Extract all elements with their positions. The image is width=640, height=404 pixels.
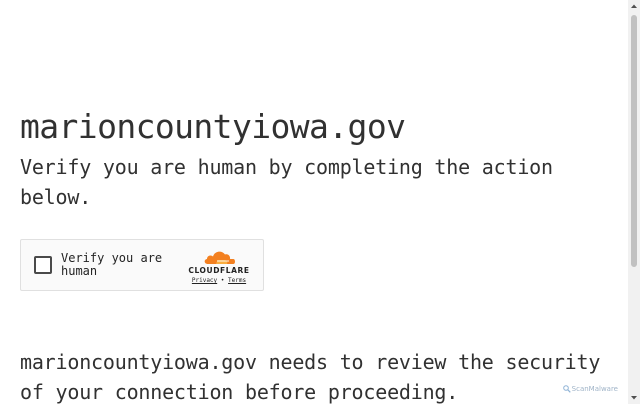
terms-link[interactable]: Terms xyxy=(228,277,246,284)
cloudflare-links: Privacy • Terms xyxy=(187,276,251,286)
verify-instructions: Verify you are human by completing the a… xyxy=(20,155,553,209)
scanmalware-logo-icon xyxy=(562,385,571,393)
privacy-link[interactable]: Privacy xyxy=(192,277,217,284)
security-review-message: marioncountyiowa.gov needs to review the… xyxy=(20,350,601,404)
cloudflare-cloud-icon xyxy=(204,251,235,264)
cloudflare-branding: CLOUDFLARE Privacy • Terms xyxy=(187,249,251,286)
challenge-page: marioncountyiowa.gov Verify you are huma… xyxy=(0,0,628,404)
turnstile-widget: Verify you are human CLOUDFLARE Privacy … xyxy=(20,239,264,291)
page-title: marioncountyiowa.gov xyxy=(20,107,406,146)
verify-checkbox[interactable] xyxy=(34,256,52,274)
scanmalware-label: ScanMalware xyxy=(571,385,618,393)
scrollbar-thumb[interactable] xyxy=(631,15,637,267)
link-separator: • xyxy=(220,277,225,284)
scroll-down-arrow-icon[interactable] xyxy=(628,392,640,404)
vertical-scrollbar[interactable] xyxy=(628,0,640,404)
scanmalware-watermark: ScanMalware xyxy=(562,384,618,394)
verify-checkbox-label[interactable]: Verify you are human xyxy=(61,252,171,278)
scroll-up-arrow-icon[interactable] xyxy=(628,0,640,12)
cloudflare-logo-text: CLOUDFLARE xyxy=(188,266,250,275)
